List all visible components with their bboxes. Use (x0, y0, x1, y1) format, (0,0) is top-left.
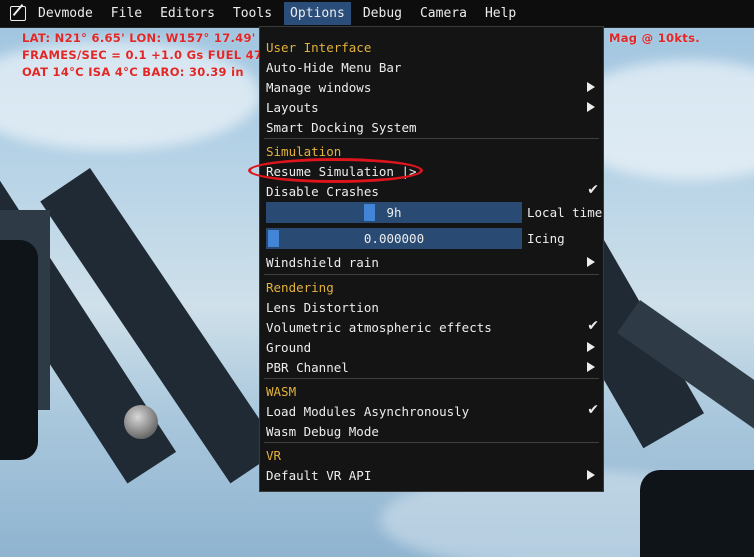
icing-label: Icing (527, 231, 565, 246)
menu-item-smart-docking-system[interactable]: Smart Docking System (260, 117, 603, 137)
menu-item-resume-simulation[interactable]: Resume Simulation |> (260, 161, 603, 181)
menu-item-label: PBR Channel (266, 359, 349, 375)
menu-item-auto-hide-menu-bar[interactable]: Auto-Hide Menu Bar (260, 57, 603, 77)
menu-devmode[interactable]: Devmode (32, 2, 99, 25)
section-header-wasm: WASM (266, 383, 297, 399)
menu-item-ground[interactable]: Ground (260, 337, 603, 357)
menu-separator (264, 378, 599, 379)
submenu-arrow-icon (587, 362, 595, 372)
submenu-arrow-icon (587, 470, 595, 480)
menu-item-label: Ground (266, 339, 312, 355)
menu-tools[interactable]: Tools (227, 2, 278, 25)
section-header-rendering: Rendering (266, 279, 334, 295)
section-header-vr: VR (266, 447, 282, 463)
hud-frames-line: FRAMES/SEC = 0.1 +1.0 Gs FUEL 47 (22, 48, 263, 62)
slider-grab-handle[interactable] (364, 204, 376, 221)
submenu-arrow-icon (587, 342, 595, 352)
menu-file[interactable]: File (105, 2, 148, 25)
menu-item-label: Layouts (266, 99, 319, 115)
slider-grab-handle[interactable] (268, 230, 279, 247)
menu-item-pbr-channel[interactable]: PBR Channel (260, 357, 603, 377)
menu-item-manage-windows[interactable]: Manage windows (260, 77, 603, 97)
submenu-arrow-icon (587, 257, 595, 267)
menu-editors[interactable]: Editors (154, 2, 221, 25)
menu-item-label: Disable Crashes (266, 183, 379, 199)
hud-weather-line: OAT 14°C ISA 4°C BARO: 30.39 in (22, 65, 244, 79)
menu-item-label: Default VR API (266, 467, 372, 483)
local-time-label: Local time (527, 205, 603, 220)
checkmark-icon: ✔ (587, 318, 599, 334)
local-time-value: 9h (386, 205, 402, 220)
menu-item-volumetric-atmospheric-effects[interactable]: Volumetric atmospheric effects ✔ (260, 317, 603, 337)
local-time-slider[interactable]: 9h (266, 202, 522, 223)
hud-position-line: LAT: N21° 6.65' LON: W157° 17.49' (22, 31, 256, 45)
menu-item-lens-distortion[interactable]: Lens Distortion (260, 297, 603, 317)
menu-item-default-vr-api[interactable]: Default VR API (260, 465, 603, 485)
hud-readout: LAT: N21° 6.65' LON: W157° 17.49' FRAMES… (22, 30, 262, 81)
menu-separator (264, 274, 599, 275)
hud-wind-readout: Mag @ 10kts. (609, 31, 700, 45)
menu-camera[interactable]: Camera (414, 2, 473, 25)
menu-options[interactable]: Options (284, 2, 351, 25)
menu-item-disable-crashes[interactable]: Disable Crashes ✔ (260, 181, 603, 201)
submenu-arrow-icon (587, 82, 595, 92)
cockpit-panel (640, 470, 754, 557)
icing-value: 0.000000 (363, 231, 425, 246)
cockpit-panel (0, 240, 38, 460)
menu-item-label: Volumetric atmospheric effects (266, 319, 492, 335)
checkmark-icon: ✔ (587, 182, 599, 198)
icing-slider[interactable]: 0.000000 (266, 228, 522, 249)
devmode-edit-icon[interactable] (10, 6, 26, 21)
menu-help[interactable]: Help (479, 2, 522, 25)
menu-item-load-modules-asynchronously[interactable]: Load Modules Asynchronously ✔ (260, 401, 603, 421)
section-header-user-interface: User Interface (266, 39, 372, 55)
menu-item-label: Load Modules Asynchronously (266, 403, 470, 419)
menu-item-windshield-rain[interactable]: Windshield rain (260, 252, 603, 272)
menu-item-layouts[interactable]: Layouts (260, 97, 603, 117)
menu-item-wasm-debug-mode[interactable]: Wasm Debug Mode (260, 421, 603, 441)
section-header-simulation: Simulation (266, 143, 342, 159)
submenu-arrow-icon (587, 102, 595, 112)
menu-separator (264, 442, 599, 443)
canopy-bolt (124, 405, 158, 439)
options-dropdown: User Interface Auto-Hide Menu Bar Manage… (259, 26, 604, 492)
menu-debug[interactable]: Debug (357, 2, 408, 25)
menu-separator (264, 138, 599, 139)
checkmark-icon: ✔ (587, 402, 599, 418)
menu-item-label: Windshield rain (266, 254, 379, 270)
menu-item-label: Manage windows (266, 79, 372, 95)
menu-bar: Devmode File Editors Tools Options Debug… (0, 0, 754, 28)
